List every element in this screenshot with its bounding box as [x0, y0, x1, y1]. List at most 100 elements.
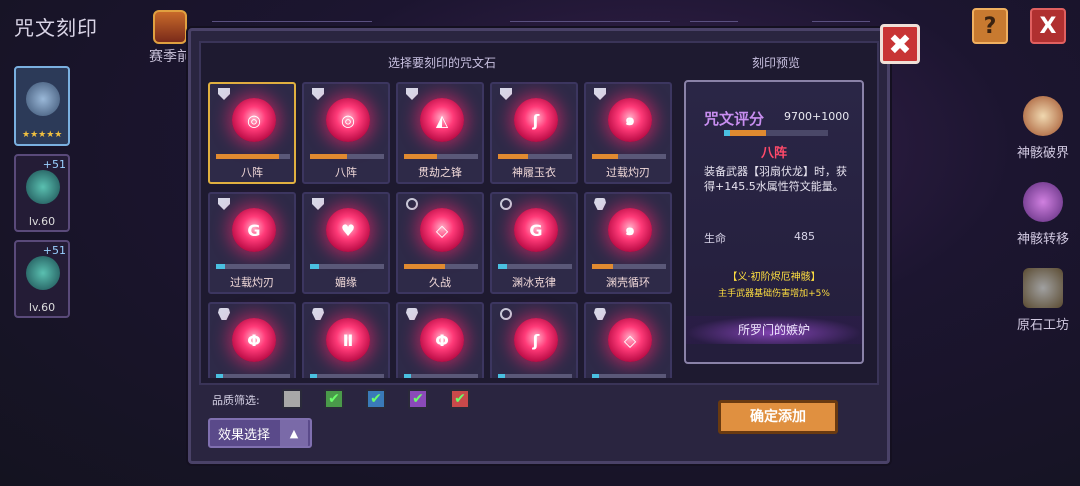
rarity-icon: [312, 88, 324, 100]
score-label: 咒文评分: [704, 110, 765, 128]
rune-cell[interactable]: ʃ: [490, 302, 578, 378]
rune-description: 装备武器【羽扇伏龙】时，获得+145.5水属性符文能量。: [704, 165, 847, 193]
rune-stone-icon: G: [514, 208, 558, 252]
quality-checkbox[interactable]: ✔: [324, 389, 344, 409]
rarity-icon: [218, 88, 230, 100]
rarity-icon: [406, 88, 418, 100]
rune-stone-icon: Φ: [232, 318, 276, 362]
stat-value: 485: [794, 230, 815, 243]
rune-stone-icon: ʃ: [514, 98, 558, 142]
rune-name: 过载灼刃: [230, 276, 274, 289]
set-name: 【义·初阶烬厄神骸】: [727, 272, 821, 283]
star-rating: ★★★★★: [22, 130, 63, 140]
rune-stone-icon: Φ: [420, 318, 464, 362]
character-avatar: [26, 170, 60, 204]
character-level: lv.60: [28, 215, 56, 228]
rune-cell[interactable]: ♥ 媚缘: [302, 192, 390, 294]
rune-cell[interactable]: G 渊冰克律: [490, 192, 578, 294]
character-avatar: [26, 82, 60, 116]
character-card[interactable]: +51 lv.60: [14, 154, 70, 232]
rune-stone-icon: ◇: [420, 208, 464, 252]
rune-name: 过载灼刃: [606, 166, 650, 179]
rune-name: 贯劫之锋: [418, 166, 462, 179]
rune-stone-icon: ◭: [420, 98, 464, 142]
quality-checkbox[interactable]: ✔: [408, 389, 428, 409]
rarity-icon: [594, 88, 606, 100]
rune-stone-icon: G: [232, 208, 276, 252]
rune-cell[interactable]: ◎ 八阵: [302, 82, 390, 184]
set-description: 主手武器基础伤害增加+5%: [718, 289, 830, 299]
rarity-icon: [312, 308, 324, 320]
rune-stone-icon: Ⅱ: [326, 318, 370, 362]
preview-title: 刻印预览: [752, 56, 801, 70]
character-plus: +51: [42, 158, 66, 171]
rune-cell[interactable]: ๑ 渊壳循环: [584, 192, 672, 294]
character-plus: +51: [42, 244, 66, 257]
character-list: ★★★★★ +51 lv.60 +51 lv.60: [14, 66, 70, 326]
score-bar: [724, 130, 828, 136]
rune-progress-bar: [498, 374, 572, 378]
rune-cell[interactable]: ◎ 八阵: [208, 82, 296, 184]
quality-filter-label: 品质筛选:: [212, 394, 260, 407]
quality-checkbox[interactable]: ✔: [366, 389, 386, 409]
effect-select-button[interactable]: 效果选择 ▲: [208, 418, 312, 448]
rune-stone-icon: ♥: [326, 208, 370, 252]
rune-stone-icon: ๑: [608, 208, 652, 252]
rune-progress-bar: [216, 264, 290, 269]
rune-progress-bar: [310, 264, 384, 269]
rune-stone-icon: ʃ: [514, 318, 558, 362]
rune-cell[interactable]: ◇: [584, 302, 672, 378]
rarity-icon: [406, 198, 418, 210]
close-dialog-button[interactable]: ✖: [880, 24, 920, 64]
rune-cell[interactable]: G 过载灼刃: [208, 192, 296, 294]
help-button[interactable]: ?: [972, 8, 1008, 44]
season-label: 赛季前: [149, 49, 191, 65]
side-menu-label: 神骸破界: [1016, 146, 1069, 161]
confirm-add-button[interactable]: 确定添加: [718, 400, 838, 434]
side-menu-relic-transfer[interactable]: 神骸转移: [1010, 182, 1076, 268]
effect-select-label: 效果选择: [218, 427, 271, 443]
chevron-up-icon: ▲: [280, 420, 308, 446]
engrave-preview: 咒文评分 9700+1000 八阵 装备武器【羽扇伏龙】时，获得+145.5水属…: [684, 80, 864, 364]
side-menu: 神骸破界 神骸转移 原石工坊: [1010, 96, 1076, 354]
rune-name: 渊壳循环: [606, 276, 650, 289]
rune-stone-icon: ◎: [326, 98, 370, 142]
divider: [212, 21, 372, 22]
rune-progress-bar: [216, 154, 290, 159]
rune-cell[interactable]: Φ: [396, 302, 484, 378]
rune-cell[interactable]: ʃ 神履玉衣: [490, 82, 578, 184]
rune-name: 八阵: [335, 166, 357, 179]
character-card-active[interactable]: ★★★★★: [14, 66, 70, 146]
close-screen-button[interactable]: X: [1030, 8, 1066, 44]
source-label: 所罗门的嫉妒: [686, 316, 862, 344]
rune-cell[interactable]: Ⅱ: [302, 302, 390, 378]
rune-progress-bar: [592, 374, 666, 378]
rune-name: 八阵: [760, 146, 787, 161]
rune-cell[interactable]: Φ: [208, 302, 296, 378]
rune-name: 媚缘: [335, 276, 357, 289]
character-card[interactable]: +51 lv.60: [14, 240, 70, 318]
relic-transfer-icon: [1023, 182, 1063, 222]
character-avatar: [26, 256, 60, 290]
rarity-icon: [594, 198, 606, 210]
quality-checkbox[interactable]: ✔: [450, 389, 470, 409]
side-menu-relic-break[interactable]: 神骸破界: [1010, 96, 1076, 182]
side-menu-label: 神骸转移: [1016, 232, 1069, 247]
screen-title: 咒文刻印: [14, 16, 98, 40]
score-value: 9700+1000: [784, 110, 850, 123]
quality-checkbox[interactable]: [282, 389, 302, 409]
rarity-icon: [218, 308, 230, 320]
rune-progress-bar: [404, 154, 478, 159]
rune-cell[interactable]: ◇ 久战: [396, 192, 484, 294]
rarity-icon: [594, 308, 606, 320]
rune-cell[interactable]: ๑ 过载灼刃: [584, 82, 672, 184]
rune-name: 八阵: [241, 166, 263, 179]
workshop-icon: [1023, 268, 1063, 308]
rarity-icon: [218, 198, 230, 210]
rune-progress-bar: [592, 264, 666, 269]
rune-cell[interactable]: ◭ 贯劫之锋: [396, 82, 484, 184]
divider: [690, 21, 738, 22]
side-menu-workshop[interactable]: 原石工坊: [1010, 268, 1076, 354]
season-emblem-icon: [153, 10, 187, 44]
rune-progress-bar: [498, 264, 572, 269]
